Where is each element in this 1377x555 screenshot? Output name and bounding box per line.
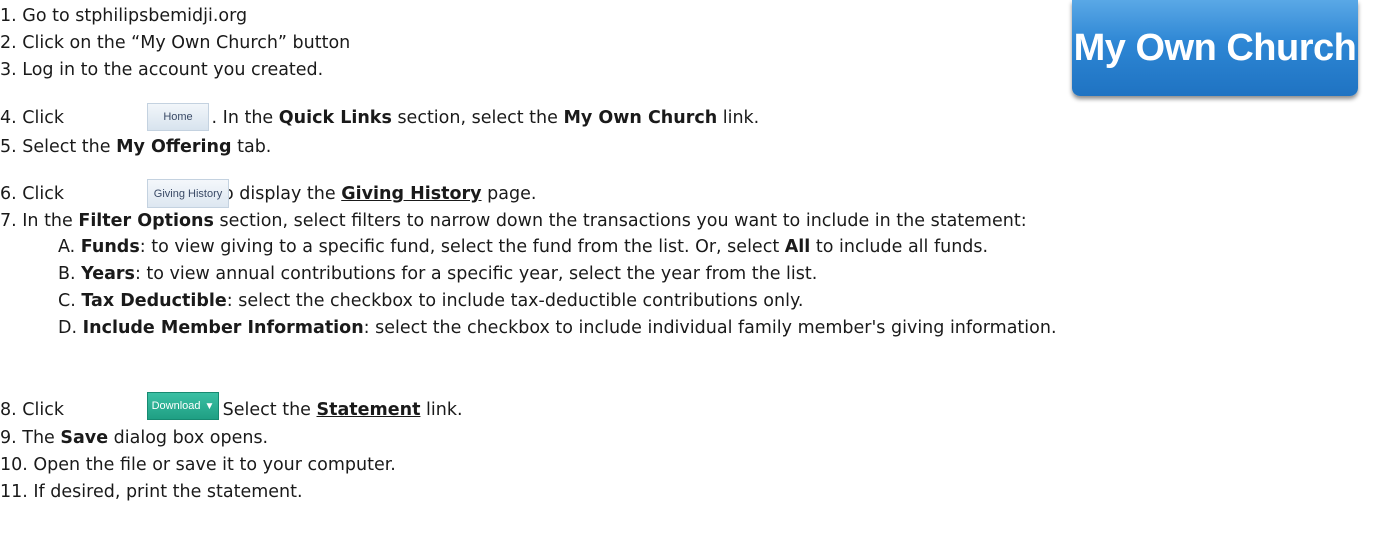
step-8-text-d: link. bbox=[420, 400, 463, 420]
step-7b-text-c: : to view annual contributions for a spe… bbox=[134, 264, 818, 284]
step-6-giving-history-link[interactable]: Giving History bbox=[341, 184, 481, 204]
home-button[interactable]: Home bbox=[147, 103, 209, 131]
step-9-save: Save bbox=[60, 428, 109, 448]
chevron-down-icon: ▼ bbox=[204, 400, 215, 412]
download-button[interactable]: Download ▼ bbox=[147, 392, 219, 420]
step-6-text-b: to display the bbox=[210, 184, 342, 204]
step-4-my-own-church: My Own Church bbox=[563, 108, 718, 128]
step-11: 11. If desired, print the statement. bbox=[0, 482, 303, 502]
step-7d-include-member-information: Include Member Information bbox=[82, 318, 364, 338]
step-7d: D. Include Member Information: select th… bbox=[58, 316, 1057, 340]
step-7-text-a: 7. In the bbox=[0, 211, 79, 231]
step-3: 3. Log in to the account you created. bbox=[0, 60, 324, 80]
step-7d-label: D. bbox=[58, 318, 83, 338]
step-7c-tax-deductible: Tax Deductible bbox=[81, 291, 227, 311]
step-9-text-c: dialog box opens. bbox=[108, 428, 269, 448]
step-7a-all: All bbox=[784, 237, 811, 257]
giving-history-button[interactable]: Giving History bbox=[147, 179, 229, 208]
step-7a-text-c: : to view giving to a specific fund, sel… bbox=[139, 237, 785, 257]
step-5-text-a: 5. Select the bbox=[0, 137, 117, 157]
step-7c: C. Tax Deductible: select the checkbox t… bbox=[58, 289, 803, 313]
step-7b-years: Years bbox=[81, 264, 135, 284]
step-9-text-a: 9. The bbox=[0, 428, 61, 448]
step-7a-text-e: to include all funds. bbox=[810, 237, 989, 257]
step-5-my-offering: My Offering bbox=[116, 137, 232, 157]
step-7-filter-options: Filter Options bbox=[78, 211, 214, 231]
step-4-text-d: section, select the bbox=[391, 108, 564, 128]
step-6-text-d: page. bbox=[481, 184, 537, 204]
step-7: 7. In the Filter Options section, select… bbox=[0, 209, 1027, 233]
step-4-text-b: . In the bbox=[211, 108, 279, 128]
step-7a-funds: Funds bbox=[80, 237, 140, 257]
step-10: 10. Open the file or save it to your com… bbox=[0, 455, 396, 475]
download-button-label: Download bbox=[151, 400, 201, 412]
step-9: 9. The Save dialog box opens. bbox=[0, 426, 268, 450]
step-4: 4. Click . In the Quick Links section, s… bbox=[0, 106, 759, 130]
step-7c-label: C. bbox=[58, 291, 82, 311]
step-8-text-b: . Select the bbox=[211, 400, 317, 420]
step-5-text-c: tab. bbox=[231, 137, 272, 157]
step-6-text-a: 6. Click bbox=[0, 184, 70, 204]
step-8: 8. Click . Select the Statement link. bbox=[0, 398, 463, 422]
step-2: 2. Click on the “My Own Church” button bbox=[0, 33, 351, 53]
step-8-text-a: 8. Click bbox=[0, 400, 70, 420]
step-7b-label: B. bbox=[58, 264, 82, 284]
step-7a: A. Funds: to view giving to a specific f… bbox=[58, 235, 988, 259]
step-6: 6. Click to display the Giving History p… bbox=[0, 182, 536, 206]
step-7a-label: A. bbox=[58, 237, 81, 257]
step-8-statement-link[interactable]: Statement bbox=[317, 400, 421, 420]
step-7c-text-c: : select the checkbox to include tax-ded… bbox=[226, 291, 804, 311]
step-7b: B. Years: to view annual contributions f… bbox=[58, 262, 817, 286]
step-7d-text-c: : select the checkbox to include individ… bbox=[363, 318, 1057, 338]
my-own-church-banner-button[interactable]: My Own Church bbox=[1072, 0, 1358, 96]
step-7-text-c: section, select filters to narrow down t… bbox=[213, 211, 1027, 231]
step-5: 5. Select the My Offering tab. bbox=[0, 135, 271, 159]
step-4-text-a: 4. Click bbox=[0, 108, 70, 128]
step-1: 1. Go to stphilipsbemidji.org bbox=[0, 6, 248, 26]
step-4-quick-links: Quick Links bbox=[278, 108, 392, 128]
step-4-text-f: link. bbox=[717, 108, 760, 128]
